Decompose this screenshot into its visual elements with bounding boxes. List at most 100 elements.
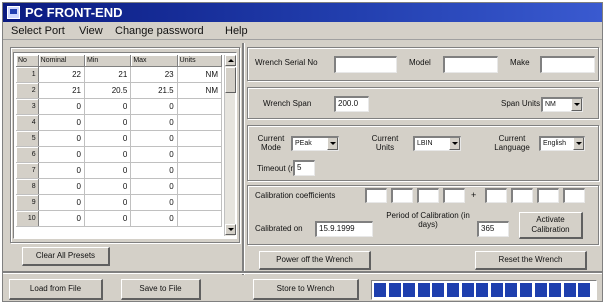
column-header[interactable]: Max — [130, 55, 178, 67]
mode-select[interactable]: PEak — [291, 136, 339, 151]
chevron-down-icon[interactable] — [327, 138, 338, 150]
table-cell[interactable]: 23 — [130, 66, 178, 83]
table-cell[interactable]: 0 — [84, 178, 132, 195]
coeff-a1-input[interactable] — [365, 188, 387, 203]
column-header[interactable]: No — [16, 55, 39, 67]
make-input[interactable] — [540, 56, 595, 73]
menu-view[interactable]: View — [79, 25, 103, 37]
column-header[interactable]: Nominal — [38, 55, 85, 67]
power-off-button[interactable]: Power off the Wrench — [259, 251, 371, 270]
table-cell[interactable]: 0 — [84, 130, 132, 147]
table-row[interactable]: 2 21 20.5 21.5 NM — [16, 82, 223, 99]
table-cell[interactable]: 0 — [38, 98, 85, 115]
table-scrollbar[interactable] — [224, 55, 236, 236]
table-cell[interactable]: 21 — [38, 82, 85, 99]
calibration-period-input[interactable]: 365 — [477, 221, 509, 237]
chevron-down-icon[interactable] — [573, 138, 584, 150]
table-cell[interactable]: 0 — [84, 210, 132, 227]
table-cell[interactable]: 0 — [84, 162, 132, 179]
store-to-wrench-button[interactable]: Store to Wrench — [253, 279, 359, 300]
table-header-row: No Nominal Min Max Units — [16, 55, 223, 67]
table-cell[interactable]: 0 — [130, 162, 178, 179]
language-select[interactable]: English — [539, 136, 585, 151]
table-row[interactable]: 5000 — [16, 130, 223, 147]
table-row[interactable]: 10 0 0 0 — [16, 210, 223, 227]
scroll-thumb[interactable] — [225, 67, 236, 93]
table-cell[interactable] — [177, 130, 223, 147]
table-row[interactable]: 4000 — [16, 114, 223, 131]
coeff-a3-input[interactable] — [417, 188, 439, 203]
menu-help[interactable]: Help — [225, 25, 248, 37]
table-cell[interactable] — [177, 114, 223, 131]
table-cell[interactable]: 0 — [130, 194, 178, 211]
scroll-up-icon[interactable] — [225, 55, 236, 66]
table-cell[interactable]: 21.5 — [130, 82, 178, 99]
table-cell[interactable]: 21 — [84, 66, 132, 83]
table-row[interactable]: 3000 — [16, 98, 223, 115]
span-input[interactable]: 200.0 — [334, 96, 369, 112]
table-cell[interactable]: 0 — [84, 146, 132, 163]
progress-segment — [461, 283, 474, 297]
menu-change-password[interactable]: Change password — [115, 25, 204, 37]
timeout-input[interactable]: 5 — [293, 160, 315, 176]
table-cell[interactable] — [177, 146, 223, 163]
table-row[interactable]: 6000 — [16, 146, 223, 163]
coeff-b3-input[interactable] — [537, 188, 559, 203]
chevron-down-icon[interactable] — [449, 138, 460, 150]
table-cell[interactable]: NM — [177, 82, 223, 99]
table-cell[interactable]: 0 — [38, 130, 85, 147]
units-select[interactable]: LBIN — [413, 136, 461, 151]
table-cell[interactable] — [177, 178, 223, 195]
table-row[interactable]: 9000 — [16, 194, 223, 211]
table-cell[interactable]: 0 — [84, 194, 132, 211]
coeff-b4-input[interactable] — [563, 188, 585, 203]
save-to-file-button[interactable]: Save to File — [121, 279, 201, 300]
table-cell[interactable]: 0 — [130, 146, 178, 163]
clear-presets-button[interactable]: Clear All Presets — [22, 247, 110, 266]
coeff-sign-plus: + — [471, 190, 477, 200]
table-cell[interactable]: 0 — [38, 146, 85, 163]
table-row[interactable]: 8000 — [16, 178, 223, 195]
table-cell[interactable] — [177, 210, 223, 227]
table-cell[interactable]: 0 — [130, 130, 178, 147]
scroll-down-icon[interactable] — [225, 224, 236, 235]
table-cell[interactable]: 0 — [38, 162, 85, 179]
table-cell[interactable]: 0 — [130, 178, 178, 195]
row-number: 2 — [16, 82, 39, 99]
coeff-a4-input[interactable] — [443, 188, 465, 203]
table-cell[interactable]: 0 — [38, 178, 85, 195]
table-cell[interactable]: 0 — [130, 114, 178, 131]
row-number: 7 — [16, 162, 39, 179]
mode-value: PEak — [295, 140, 312, 147]
model-input[interactable] — [443, 56, 498, 73]
table-cell[interactable] — [177, 162, 223, 179]
activate-calibration-button[interactable]: Activate Calibration — [519, 212, 583, 239]
table-cell[interactable]: 0 — [38, 194, 85, 211]
table-cell[interactable]: 0 — [38, 114, 85, 131]
menu-select-port[interactable]: Select Port — [11, 25, 65, 37]
column-header[interactable]: Min — [84, 55, 132, 67]
table-cell[interactable]: 0 — [84, 98, 132, 115]
table-cell[interactable]: 20.5 — [84, 82, 132, 99]
chevron-down-icon[interactable] — [571, 99, 582, 111]
table-cell[interactable]: 0 — [130, 210, 178, 227]
coeff-b2-input[interactable] — [511, 188, 533, 203]
coeff-b1-input[interactable] — [485, 188, 507, 203]
serial-input[interactable] — [334, 56, 397, 73]
table-cell[interactable] — [177, 98, 223, 115]
span-units-select[interactable]: NM — [541, 97, 583, 112]
table-cell[interactable]: NM — [177, 66, 223, 83]
table-row[interactable]: 1 22 21 23 NM — [16, 66, 223, 83]
coeff-a2-input[interactable] — [391, 188, 413, 203]
load-from-file-button[interactable]: Load from File — [9, 279, 103, 300]
table-cell[interactable]: 22 — [38, 66, 85, 83]
table-cell[interactable] — [177, 194, 223, 211]
calibrated-on-input[interactable]: 15.9.1999 — [315, 221, 373, 237]
table-cell[interactable]: 0 — [130, 98, 178, 115]
column-header[interactable]: Units — [177, 55, 223, 67]
table-row[interactable]: 7000 — [16, 162, 223, 179]
table-cell[interactable]: 0 — [84, 114, 132, 131]
reset-wrench-button[interactable]: Reset the Wrench — [475, 251, 587, 270]
table-cell[interactable]: 0 — [38, 210, 85, 227]
model-label: Model — [409, 58, 431, 67]
